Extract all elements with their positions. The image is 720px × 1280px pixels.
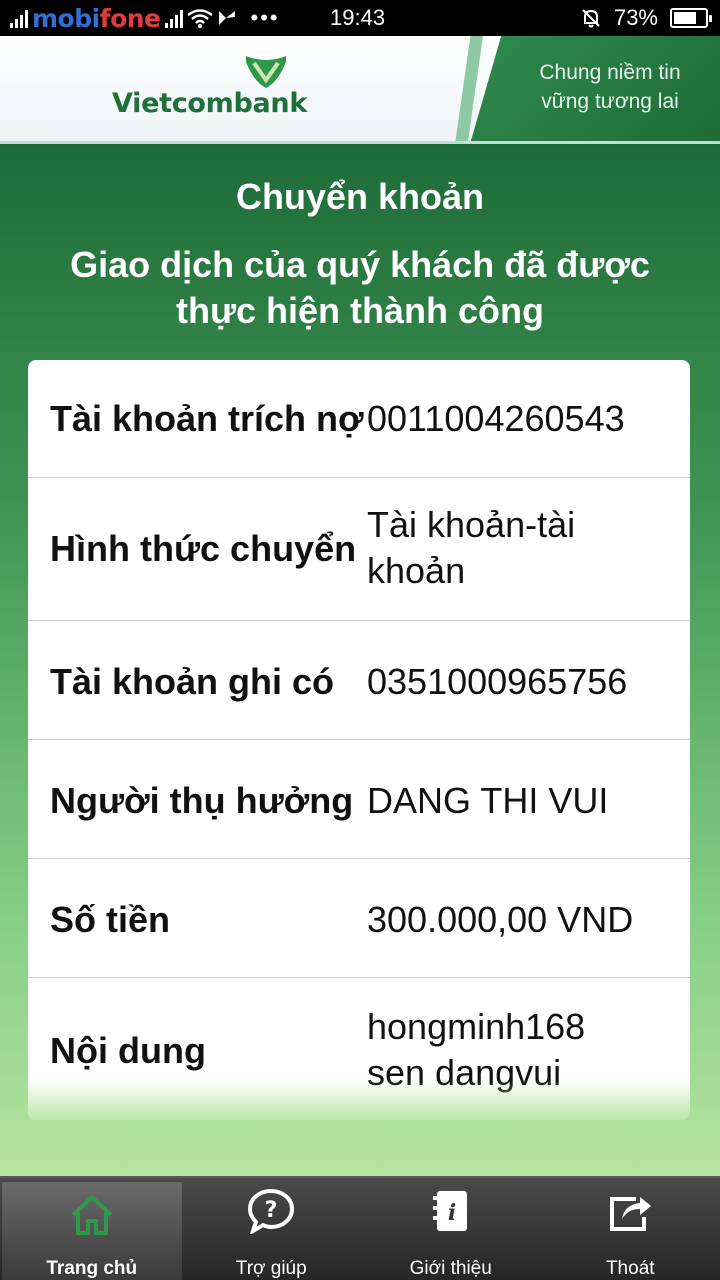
detail-label: Hình thức chuyển — [50, 528, 357, 569]
detail-value: DANG THI VUI — [367, 780, 609, 821]
success-message: Giao dịch của quý khách đã được thực hiệ… — [70, 244, 650, 331]
mute-bell-icon — [580, 4, 602, 32]
nav-about[interactable]: i Giới thiệu — [361, 1178, 541, 1280]
detail-label: Nội dung — [50, 1030, 206, 1071]
nav-label: Trợ giúp — [235, 1258, 307, 1279]
detail-label: Người thụ hưởng — [50, 780, 354, 821]
carrier-name: mobifone — [32, 3, 161, 33]
detail-row-amount: Số tiền 300.000,00 VND — [28, 859, 690, 978]
wifi-icon — [186, 4, 213, 32]
app-notification-icon — [217, 4, 237, 32]
card-scroll-fade — [28, 1080, 690, 1120]
slogan-line-2: vững tương lai — [541, 90, 679, 113]
detail-value: 0351000965756 — [367, 661, 628, 702]
transaction-details-card: Tài khoản trích nợ 0011004260543 Hình th… — [28, 360, 690, 1120]
svg-text:i: i — [448, 1200, 456, 1226]
detail-value: 300.000,00 VND — [367, 899, 634, 940]
battery-percent: 73% — [613, 5, 658, 30]
signal-icon — [10, 8, 28, 28]
detail-value: 0011004260543 — [367, 398, 625, 439]
signal-icon-2 — [164, 8, 183, 28]
nav-home[interactable]: Trang chủ — [2, 1182, 182, 1280]
exit-icon — [605, 1186, 655, 1236]
nav-exit[interactable]: Thoát — [541, 1178, 720, 1280]
detail-row-debit-account: Tài khoản trích nợ 0011004260543 — [28, 360, 690, 478]
detail-row-transfer-type: Hình thức chuyển Tài khoản-tài khoản — [28, 478, 690, 621]
nav-label: Thoát — [605, 1258, 655, 1279]
detail-label: Số tiền — [50, 899, 171, 940]
detail-row-beneficiary: Người thụ hưởng DANG THI VUI — [28, 740, 690, 859]
detail-label: Tài khoản trích nợ — [50, 398, 364, 439]
main-content: Chuyển khoản Giao dịch của quý khách đã … — [0, 144, 720, 1176]
page-title: Chuyển khoản — [235, 176, 485, 217]
battery-icon — [670, 8, 712, 28]
header-banner: Vietcombank Chung niềm tin vững tương la… — [0, 36, 720, 144]
more-notifications-icon: ••• — [250, 5, 280, 30]
slogan-line-1: Chung niềm tin — [539, 61, 681, 84]
home-icon — [67, 1190, 117, 1240]
detail-row-credit-account: Tài khoản ghi có 0351000965756 — [28, 621, 690, 740]
clock: 19:43 — [330, 5, 386, 30]
status-bar: mobifone ••• 19:43 73% — [0, 0, 720, 36]
bank-name: Vietcombank — [112, 88, 308, 119]
svg-text:?: ? — [265, 1198, 278, 1223]
detail-label: Tài khoản ghi có — [50, 661, 335, 702]
slogan: Chung niềm tin vững tương lai — [500, 58, 720, 116]
bottom-navigation: Trang chủ ? Trợ giúp i Giới thiệu Thoát — [0, 1176, 720, 1280]
nav-help[interactable]: ? Trợ giúp — [182, 1178, 362, 1280]
info-icon: i — [426, 1186, 476, 1236]
nav-label: Giới thiệu — [409, 1258, 492, 1279]
help-icon: ? — [246, 1186, 296, 1236]
detail-value: Tài khoản-tài khoản — [367, 504, 576, 591]
nav-label: Trang chủ — [46, 1258, 138, 1279]
